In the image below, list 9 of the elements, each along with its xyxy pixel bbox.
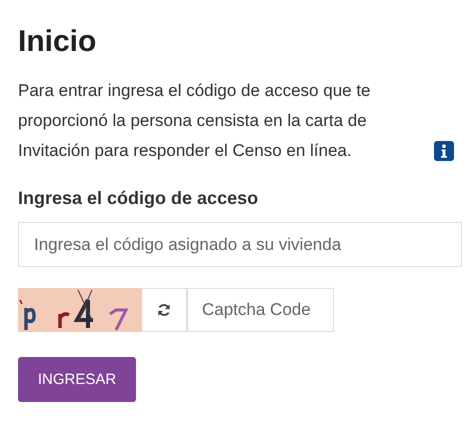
- refresh-icon: [157, 303, 171, 317]
- page-title: Inicio: [18, 24, 98, 60]
- intro-text: Para entrar ingresa el código de acceso que te proporcionó la persona censista en la carta de Invitación para responder el Censo en línea.: [18, 80, 372, 162]
- submit-button[interactable]: INGRESAR: [18, 357, 136, 402]
- access-code-field[interactable]: Ingresa el código asignado a su vivienda: [18, 222, 462, 267]
- refresh-button[interactable]: [142, 288, 187, 332]
- field-label: Ingresa el código de acceso: [18, 187, 260, 210]
- captcha-field[interactable]: Captcha Code: [187, 288, 334, 332]
- info-icon[interactable]: [434, 141, 454, 161]
